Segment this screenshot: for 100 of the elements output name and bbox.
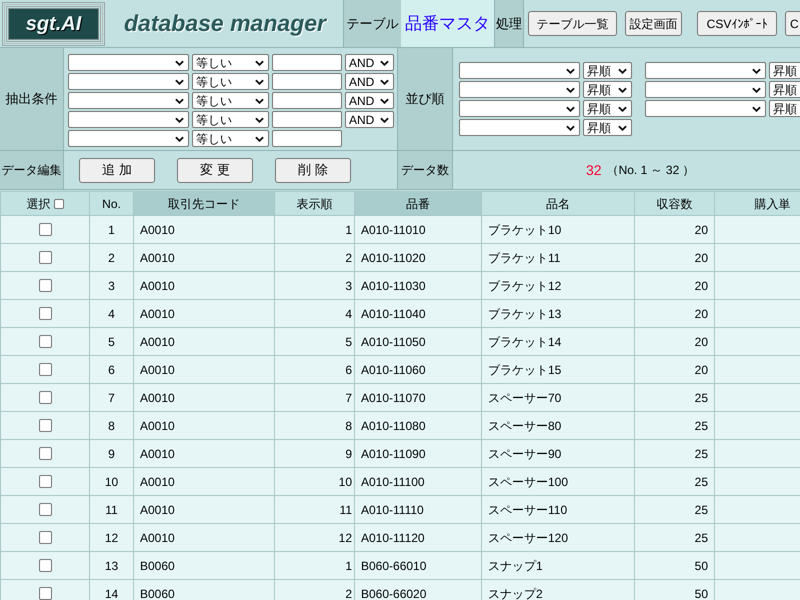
edit-button[interactable]: 変 更 xyxy=(177,158,253,182)
dropdown[interactable] xyxy=(68,92,189,109)
table-row[interactable]: 9 A0010 9 A010-11090 スペーサー90 25 xyxy=(0,440,800,468)
dropdown[interactable]: 昇順 xyxy=(583,119,632,136)
table-row[interactable]: 4 A0010 4 A010-11040 ブラケット13 20 xyxy=(0,300,800,328)
dropdown[interactable]: 等しい xyxy=(192,54,269,71)
filter-input[interactable] xyxy=(272,73,342,90)
chevron-down-icon xyxy=(255,98,264,104)
table-row[interactable]: 14 B0060 2 B060-66020 スナップ2 50 xyxy=(0,580,800,600)
dropdown[interactable] xyxy=(645,81,766,98)
table-row[interactable]: 5 A0010 5 A010-11050 ブラケット14 20 xyxy=(0,328,800,356)
checkbox[interactable] xyxy=(38,307,52,320)
filter-input[interactable] xyxy=(272,130,342,147)
dropdown[interactable]: AND xyxy=(345,92,394,109)
dropdown[interactable]: 昇順 xyxy=(769,62,800,79)
filter-input[interactable] xyxy=(272,54,342,71)
chevron-down-icon xyxy=(618,124,627,130)
filter-input[interactable] xyxy=(272,111,342,128)
checkbox[interactable] xyxy=(38,419,52,432)
checkbox[interactable] xyxy=(38,391,52,404)
column-header[interactable]: 表示順 xyxy=(274,192,354,216)
dropdown[interactable] xyxy=(68,130,189,147)
table-row[interactable]: 1 A0010 1 A010-11010 ブラケット10 20 xyxy=(0,216,800,244)
checkbox[interactable] xyxy=(38,335,52,348)
section-label: データ編集 xyxy=(0,151,64,189)
chevron-down-icon xyxy=(255,60,264,66)
dropdown[interactable]: 等しい xyxy=(192,92,269,109)
toolbar-button[interactable]: C xyxy=(785,11,800,36)
chevron-down-icon xyxy=(618,106,627,112)
app-title: database manager xyxy=(124,9,326,38)
record-range: （No. 1 ～ 32 ） xyxy=(606,162,695,179)
checkbox[interactable] xyxy=(38,559,52,572)
dropdown[interactable]: 等しい xyxy=(192,73,269,90)
checkbox[interactable] xyxy=(38,251,52,264)
chevron-down-icon xyxy=(618,68,627,74)
dropdown[interactable]: 昇順 xyxy=(583,100,632,117)
dropdown[interactable]: AND xyxy=(345,73,394,90)
chevron-down-icon xyxy=(175,60,184,66)
column-header[interactable]: 品番 xyxy=(354,192,482,216)
section-label: データ数 xyxy=(397,151,453,189)
filter-input[interactable] xyxy=(272,92,342,109)
chevron-down-icon xyxy=(255,136,264,142)
table-row[interactable]: 11 A0010 11 A010-11110 スペーサー110 25 xyxy=(0,496,800,524)
chevron-down-icon xyxy=(752,106,761,112)
table-row[interactable]: 2 A0010 2 A010-11020 ブラケット11 20 xyxy=(0,244,800,272)
checkbox[interactable] xyxy=(38,363,52,376)
dropdown[interactable]: 昇順 xyxy=(769,81,800,98)
table-row[interactable]: 13 B0060 1 B060-66010 スナップ1 50 xyxy=(0,552,800,580)
table-row[interactable]: 10 A0010 10 A010-11100 スペーサー100 25 xyxy=(0,468,800,496)
dropdown[interactable]: 等しい xyxy=(192,111,269,128)
table-row[interactable]: 7 A0010 7 A010-11070 スペーサー70 25 xyxy=(0,384,800,412)
table-row[interactable]: 8 A0010 8 A010-11080 スペーサー80 25 xyxy=(0,412,800,440)
chevron-down-icon xyxy=(566,124,575,130)
dropdown[interactable] xyxy=(68,111,189,128)
dropdown[interactable] xyxy=(645,100,766,117)
table-row[interactable]: 12 A0010 12 A010-11120 スペーサー120 25 xyxy=(0,524,800,552)
column-header[interactable]: 品名 xyxy=(482,192,634,216)
chevron-down-icon xyxy=(566,106,575,112)
chevron-down-icon xyxy=(255,78,264,84)
dropdown[interactable]: 昇順 xyxy=(769,100,800,117)
dropdown[interactable] xyxy=(459,100,580,117)
dropdown[interactable]: 昇順 xyxy=(583,81,632,98)
column-header[interactable]: 購入単 xyxy=(714,192,800,216)
dropdown[interactable] xyxy=(68,54,189,71)
dropdown[interactable]: AND xyxy=(345,54,394,71)
edit-button[interactable]: 削 除 xyxy=(275,158,351,182)
dropdown[interactable]: AND xyxy=(345,111,394,128)
table-row[interactable]: 6 A0010 6 A010-11060 ブラケット15 20 xyxy=(0,356,800,384)
dropdown[interactable] xyxy=(459,119,580,136)
chevron-down-icon xyxy=(175,136,184,142)
checkbox[interactable] xyxy=(38,503,52,516)
dropdown[interactable] xyxy=(68,73,189,90)
checkbox[interactable] xyxy=(38,587,52,600)
chevron-down-icon xyxy=(380,60,389,66)
action-label: 処理 xyxy=(494,0,524,47)
checkbox[interactable] xyxy=(38,447,52,460)
column-header[interactable]: No. xyxy=(90,192,134,216)
checkbox[interactable] xyxy=(38,223,52,236)
chevron-down-icon xyxy=(255,116,264,122)
column-label: 選択 xyxy=(26,198,50,210)
toolbar-button[interactable]: テーブル一覧 xyxy=(528,11,617,36)
chevron-down-icon xyxy=(566,68,575,74)
dropdown[interactable] xyxy=(645,62,766,79)
checkbox[interactable] xyxy=(38,531,52,544)
chevron-down-icon xyxy=(175,98,184,104)
toolbar-button[interactable]: CSVｲﾝﾎﾟｰﾄ xyxy=(697,11,777,36)
table-row[interactable]: 3 A0010 3 A010-11030 ブラケット12 20 xyxy=(0,272,800,300)
dropdown[interactable] xyxy=(459,62,580,79)
column-header[interactable]: 収容数 xyxy=(634,192,714,216)
checkbox[interactable] xyxy=(38,279,52,292)
dropdown[interactable]: 等しい xyxy=(192,130,269,147)
dropdown[interactable] xyxy=(459,81,580,98)
checkbox[interactable] xyxy=(38,475,52,488)
chevron-down-icon xyxy=(175,116,184,122)
toolbar-button[interactable]: 設定画面 xyxy=(625,11,682,36)
column-header[interactable]: 取引先コード xyxy=(134,192,274,216)
section-label: 並び順 xyxy=(397,48,453,150)
edit-button[interactable]: 追 加 xyxy=(79,158,155,182)
dropdown[interactable]: 昇順 xyxy=(583,62,632,79)
checkbox[interactable] xyxy=(54,198,64,208)
